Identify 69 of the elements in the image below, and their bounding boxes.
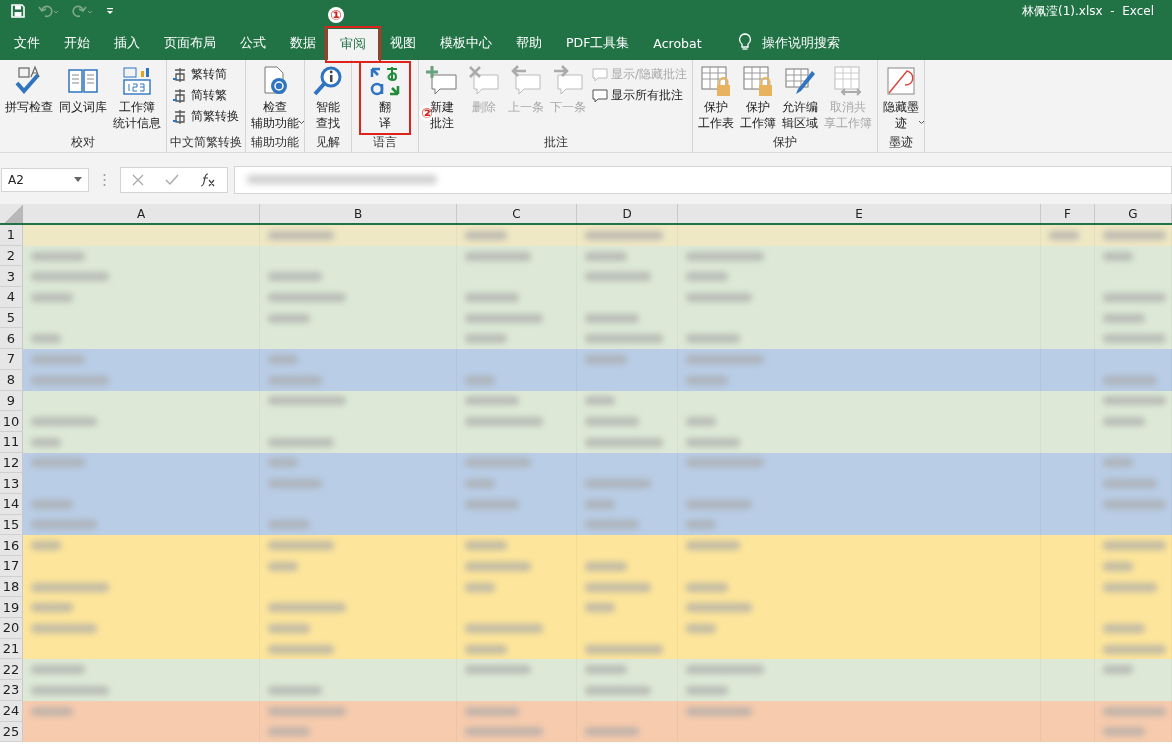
ribbon-tab[interactable]: 模板中心 xyxy=(428,26,504,60)
ribbon-button[interactable]: 简转繁 xyxy=(170,86,241,105)
row-header[interactable]: 6 xyxy=(0,328,23,350)
column-header[interactable]: G xyxy=(1095,204,1172,223)
group-label: 见解 xyxy=(315,134,341,151)
column-header[interactable]: E xyxy=(678,204,1041,223)
ribbon-button[interactable]: 同义词库 xyxy=(57,63,109,117)
row-header[interactable]: 11 xyxy=(0,431,23,453)
ribbon-button[interactable]: 工作簿 统计信息 xyxy=(111,63,163,133)
ribbon-tab[interactable]: 帮助 xyxy=(504,26,554,60)
column-header[interactable]: D xyxy=(577,204,678,223)
ribbon-tab[interactable]: 页面布局 xyxy=(152,26,228,60)
row-header[interactable]: 20 xyxy=(0,618,23,639)
window-title: 林佩滢(1).xlsx - Excel xyxy=(1022,2,1154,20)
row-header[interactable]: 12 xyxy=(0,452,23,474)
ribbon-tab[interactable]: 文件 xyxy=(2,26,52,60)
ribbon-tab[interactable]: Acrobat xyxy=(641,26,714,60)
row-header[interactable]: 14 xyxy=(0,493,23,515)
row-header[interactable]: 13 xyxy=(0,473,23,494)
row-header[interactable]: 25 xyxy=(0,721,23,743)
ribbon-tab[interactable]: 开始 xyxy=(52,26,102,60)
group-label: 中文简繁转换 xyxy=(170,134,242,151)
ribbon-button[interactable]: 繁转简 xyxy=(170,65,241,84)
group-label: 保护 xyxy=(772,134,799,151)
group-label: 批注 xyxy=(542,134,569,151)
column-header[interactable]: A xyxy=(23,204,260,223)
row-header[interactable]: 16 xyxy=(0,535,23,556)
ribbon-button[interactable]: 保护 工作表 xyxy=(696,63,737,133)
row-header[interactable]: 23 xyxy=(0,680,23,701)
ribbon-button[interactable]: 翻 译 xyxy=(361,63,409,133)
row-header[interactable]: 2 xyxy=(0,245,23,267)
row-header[interactable]: 5 xyxy=(0,307,23,329)
column-header[interactable]: B xyxy=(260,204,457,223)
row-header[interactable]: 10 xyxy=(0,411,23,432)
row-header[interactable]: 24 xyxy=(0,700,23,722)
group-label: 语言 xyxy=(372,134,398,151)
ribbon-tab[interactable]: 公式 xyxy=(228,26,278,60)
group-label: 辅助功能 xyxy=(250,134,300,151)
group-label: 校对 xyxy=(70,134,96,151)
ribbon-tab[interactable]: 数据 xyxy=(278,26,328,60)
column-header[interactable]: F xyxy=(1041,204,1095,223)
ribbon-button[interactable]: 检查 辅助功能 xyxy=(249,63,301,133)
ribbon-button[interactable]: 拼写检查 xyxy=(3,63,55,117)
row-header[interactable]: 22 xyxy=(0,659,23,681)
row-header[interactable]: 8 xyxy=(0,369,23,391)
row-header[interactable]: 21 xyxy=(0,638,23,660)
row-header[interactable]: 18 xyxy=(0,576,23,598)
group-label: 墨迹 xyxy=(888,134,915,151)
ribbon-button[interactable]: 允许编 辑区域 xyxy=(780,63,821,133)
row-header[interactable]: 4 xyxy=(0,287,23,308)
tell-me-search[interactable]: 操作说明搜索 xyxy=(757,26,844,60)
ribbon-tab[interactable]: 审阅 xyxy=(328,29,378,60)
row-header[interactable]: 3 xyxy=(0,266,23,288)
ribbon-button[interactable]: 显示所有批注 xyxy=(590,86,690,105)
row-header[interactable]: 1 xyxy=(0,225,23,246)
row-header[interactable]: 17 xyxy=(0,556,23,577)
row-header[interactable]: 15 xyxy=(0,514,23,536)
ribbon-tab[interactable]: PDF工具集 xyxy=(554,26,642,60)
row-header[interactable]: 7 xyxy=(0,349,23,370)
ribbon-button[interactable]: 简繁转换 xyxy=(170,107,241,126)
column-header[interactable]: C xyxy=(457,204,577,223)
ribbon-button[interactable]: 智能 查找 xyxy=(308,63,348,133)
name-box[interactable]: A2 xyxy=(1,167,89,192)
ribbon-button[interactable]: 隐藏墨 迹 xyxy=(881,63,922,133)
row-header[interactable]: 9 xyxy=(0,390,23,412)
ribbon-tab[interactable]: 插入 xyxy=(102,26,152,60)
ribbon-button[interactable]: 保护 工作簿 xyxy=(738,63,779,133)
ribbon-tab[interactable]: 视图 xyxy=(378,26,428,60)
row-header[interactable]: 19 xyxy=(0,597,23,619)
